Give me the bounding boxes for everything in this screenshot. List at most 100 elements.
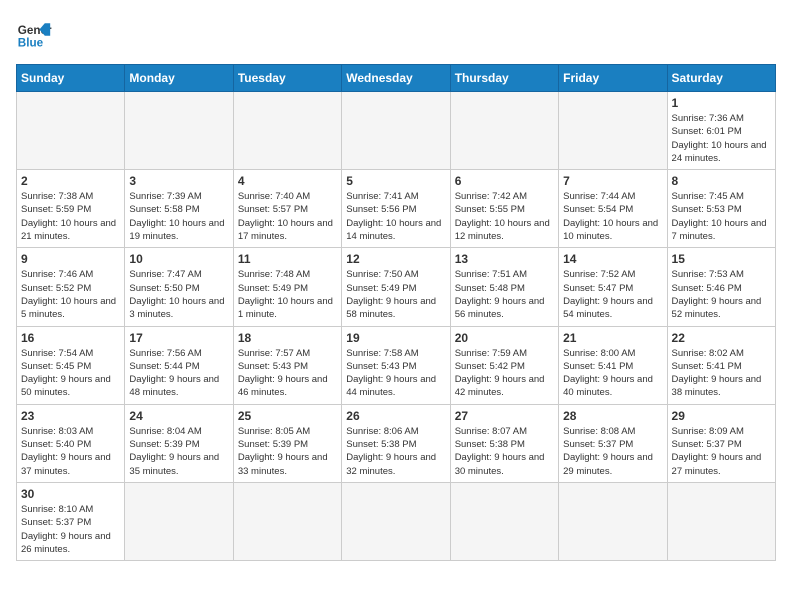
day-number: 1 xyxy=(672,96,771,110)
day-info: Sunrise: 8:03 AM Sunset: 5:40 PM Dayligh… xyxy=(21,425,120,478)
day-number: 26 xyxy=(346,409,445,423)
day-number: 4 xyxy=(238,174,337,188)
day-info: Sunrise: 8:07 AM Sunset: 5:38 PM Dayligh… xyxy=(455,425,554,478)
calendar-cell: 13Sunrise: 7:51 AM Sunset: 5:48 PM Dayli… xyxy=(450,248,558,326)
calendar-cell xyxy=(17,92,125,170)
calendar-cell xyxy=(342,92,450,170)
calendar-cell: 8 Sunrise: 7:45 AM Sunset: 5:53 PM Daylig… xyxy=(667,170,775,248)
calendar-cell: 23 Sunrise: 8:03 AM Sunset: 5:40 PM Dayli… xyxy=(17,404,125,482)
calendar-cell: 15Sunrise: 7:53 AM Sunset: 5:46 PM Dayli… xyxy=(667,248,775,326)
day-number: 23 xyxy=(21,409,120,423)
day-number: 7 xyxy=(563,174,662,188)
day-info: Sunrise: 8:05 AM Sunset: 5:39 PM Dayligh… xyxy=(238,425,337,478)
calendar-cell xyxy=(233,482,341,560)
calendar-cell: 29 Sunrise: 8:09 AM Sunset: 5:37 PM Dayli… xyxy=(667,404,775,482)
day-info: Sunrise: 8:09 AM Sunset: 5:37 PM Dayligh… xyxy=(672,425,771,478)
calendar-cell: 9 Sunrise: 7:46 AM Sunset: 5:52 PM Daylig… xyxy=(17,248,125,326)
day-number: 29 xyxy=(672,409,771,423)
day-number: 30 xyxy=(21,487,120,501)
calendar-week-row: 30Sunrise: 8:10 AM Sunset: 5:37 PM Dayli… xyxy=(17,482,776,560)
calendar-cell: 19Sunrise: 7:58 AM Sunset: 5:43 PM Dayli… xyxy=(342,326,450,404)
col-header-saturday: Saturday xyxy=(667,65,775,92)
day-info: Sunrise: 8:04 AM Sunset: 5:39 PM Dayligh… xyxy=(129,425,228,478)
svg-text:Blue: Blue xyxy=(18,37,44,50)
calendar-week-row: 1 Sunrise: 7:36 AM Sunset: 6:01 PM Daylig… xyxy=(17,92,776,170)
day-number: 25 xyxy=(238,409,337,423)
calendar-cell xyxy=(233,92,341,170)
logo-icon: General Blue xyxy=(16,16,52,52)
col-header-monday: Monday xyxy=(125,65,233,92)
day-number: 18 xyxy=(238,331,337,345)
calendar-cell: 16 Sunrise: 7:54 AM Sunset: 5:45 PM Dayli… xyxy=(17,326,125,404)
calendar-cell: 4 Sunrise: 7:40 AM Sunset: 5:57 PM Daylig… xyxy=(233,170,341,248)
calendar-cell: 7 Sunrise: 7:44 AM Sunset: 5:54 PM Daylig… xyxy=(559,170,667,248)
calendar-cell xyxy=(342,482,450,560)
calendar-week-row: 16 Sunrise: 7:54 AM Sunset: 5:45 PM Dayli… xyxy=(17,326,776,404)
calendar-cell xyxy=(450,482,558,560)
day-info: Sunrise: 7:41 AM Sunset: 5:56 PM Dayligh… xyxy=(346,190,445,243)
day-info: Sunrise: 7:40 AM Sunset: 5:57 PM Dayligh… xyxy=(238,190,337,243)
day-number: 3 xyxy=(129,174,228,188)
calendar-cell xyxy=(667,482,775,560)
day-number: 8 xyxy=(672,174,771,188)
calendar-cell: 28 Sunrise: 8:08 AM Sunset: 5:37 PM Dayli… xyxy=(559,404,667,482)
day-info: Sunrise: 7:38 AM Sunset: 5:59 PM Dayligh… xyxy=(21,190,120,243)
calendar-week-row: 9 Sunrise: 7:46 AM Sunset: 5:52 PM Daylig… xyxy=(17,248,776,326)
day-number: 24 xyxy=(129,409,228,423)
day-number: 20 xyxy=(455,331,554,345)
day-info: Sunrise: 7:36 AM Sunset: 6:01 PM Dayligh… xyxy=(672,112,771,165)
calendar-cell: 14 Sunrise: 7:52 AM Sunset: 5:47 PM Dayli… xyxy=(559,248,667,326)
day-info: Sunrise: 7:39 AM Sunset: 5:58 PM Dayligh… xyxy=(129,190,228,243)
calendar-cell: 24 Sunrise: 8:04 AM Sunset: 5:39 PM Dayli… xyxy=(125,404,233,482)
day-number: 14 xyxy=(563,252,662,266)
day-info: Sunrise: 8:08 AM Sunset: 5:37 PM Dayligh… xyxy=(563,425,662,478)
day-number: 15 xyxy=(672,252,771,266)
calendar-table: SundayMondayTuesdayWednesdayThursdayFrid… xyxy=(16,64,776,561)
day-number: 16 xyxy=(21,331,120,345)
calendar-cell: 27 Sunrise: 8:07 AM Sunset: 5:38 PM Dayli… xyxy=(450,404,558,482)
calendar-cell: 20Sunrise: 7:59 AM Sunset: 5:42 PM Dayli… xyxy=(450,326,558,404)
calendar-cell xyxy=(559,482,667,560)
calendar-cell: 12Sunrise: 7:50 AM Sunset: 5:49 PM Dayli… xyxy=(342,248,450,326)
day-number: 21 xyxy=(563,331,662,345)
day-info: Sunrise: 7:46 AM Sunset: 5:52 PM Dayligh… xyxy=(21,268,120,321)
col-header-friday: Friday xyxy=(559,65,667,92)
calendar-cell: 3 Sunrise: 7:39 AM Sunset: 5:58 PM Daylig… xyxy=(125,170,233,248)
day-info: Sunrise: 8:02 AM Sunset: 5:41 PM Dayligh… xyxy=(672,347,771,400)
day-number: 10 xyxy=(129,252,228,266)
day-info: Sunrise: 8:06 AM Sunset: 5:38 PM Dayligh… xyxy=(346,425,445,478)
calendar-cell: 26 Sunrise: 8:06 AM Sunset: 5:38 PM Dayli… xyxy=(342,404,450,482)
day-info: Sunrise: 7:50 AM Sunset: 5:49 PM Dayligh… xyxy=(346,268,445,321)
day-info: Sunrise: 7:48 AM Sunset: 5:49 PM Dayligh… xyxy=(238,268,337,321)
page-header: General Blue xyxy=(16,16,776,52)
day-info: Sunrise: 7:42 AM Sunset: 5:55 PM Dayligh… xyxy=(455,190,554,243)
day-info: Sunrise: 7:45 AM Sunset: 5:53 PM Dayligh… xyxy=(672,190,771,243)
day-info: Sunrise: 7:44 AM Sunset: 5:54 PM Dayligh… xyxy=(563,190,662,243)
day-number: 9 xyxy=(21,252,120,266)
calendar-cell: 1 Sunrise: 7:36 AM Sunset: 6:01 PM Daylig… xyxy=(667,92,775,170)
col-header-wednesday: Wednesday xyxy=(342,65,450,92)
day-number: 27 xyxy=(455,409,554,423)
day-info: Sunrise: 7:56 AM Sunset: 5:44 PM Dayligh… xyxy=(129,347,228,400)
day-info: Sunrise: 7:57 AM Sunset: 5:43 PM Dayligh… xyxy=(238,347,337,400)
calendar-cell: 5 Sunrise: 7:41 AM Sunset: 5:56 PM Daylig… xyxy=(342,170,450,248)
col-header-thursday: Thursday xyxy=(450,65,558,92)
calendar-cell: 21Sunrise: 8:00 AM Sunset: 5:41 PM Dayli… xyxy=(559,326,667,404)
calendar-cell: 10 Sunrise: 7:47 AM Sunset: 5:50 PM Dayli… xyxy=(125,248,233,326)
day-number: 28 xyxy=(563,409,662,423)
day-info: Sunrise: 7:52 AM Sunset: 5:47 PM Dayligh… xyxy=(563,268,662,321)
calendar-week-row: 2 Sunrise: 7:38 AM Sunset: 5:59 PM Daylig… xyxy=(17,170,776,248)
calendar-cell xyxy=(125,92,233,170)
day-number: 17 xyxy=(129,331,228,345)
col-header-sunday: Sunday xyxy=(17,65,125,92)
calendar-cell: 17 Sunrise: 7:56 AM Sunset: 5:44 PM Dayli… xyxy=(125,326,233,404)
day-number: 22 xyxy=(672,331,771,345)
day-number: 6 xyxy=(455,174,554,188)
logo: General Blue xyxy=(16,16,52,52)
day-info: Sunrise: 7:54 AM Sunset: 5:45 PM Dayligh… xyxy=(21,347,120,400)
day-number: 5 xyxy=(346,174,445,188)
calendar-cell: 18 Sunrise: 7:57 AM Sunset: 5:43 PM Dayli… xyxy=(233,326,341,404)
day-number: 2 xyxy=(21,174,120,188)
calendar-cell xyxy=(450,92,558,170)
day-info: Sunrise: 7:47 AM Sunset: 5:50 PM Dayligh… xyxy=(129,268,228,321)
